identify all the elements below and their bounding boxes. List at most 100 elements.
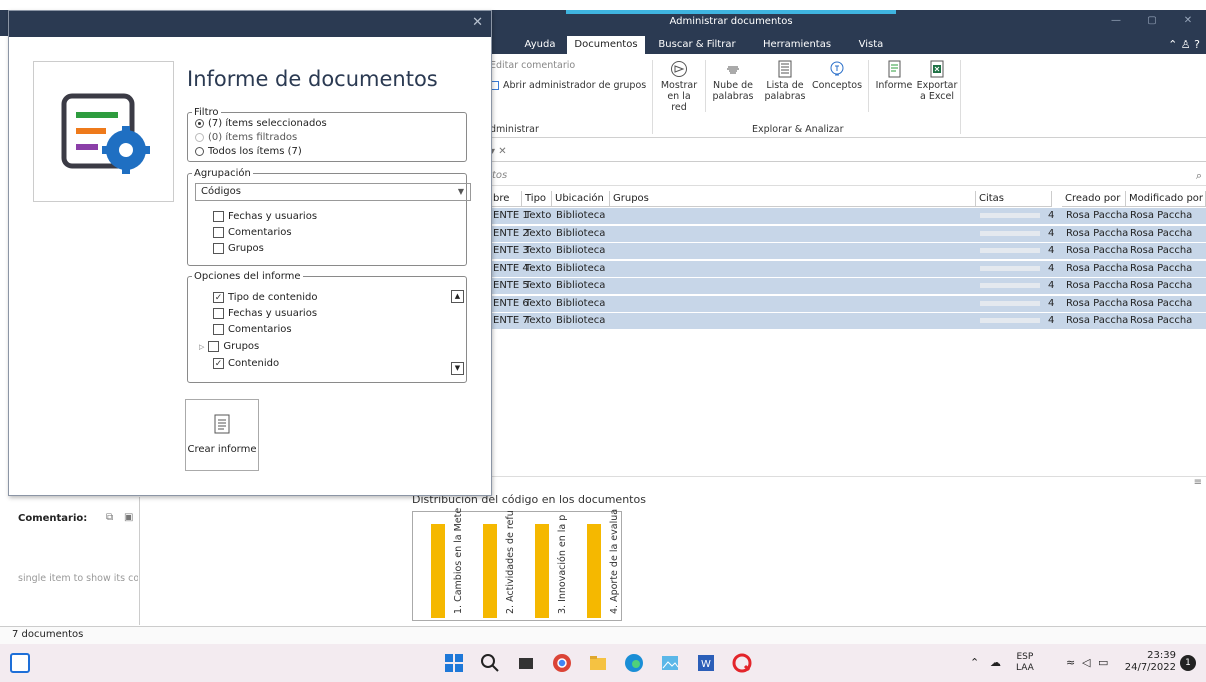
table-row[interactable]: ENTE 6 Texto Biblioteca 4 Rosa Paccha Rosa Pa…: [490, 295, 1206, 312]
check-group-groups[interactable]: Grupos: [213, 243, 264, 254]
report-button[interactable]: Informe: [874, 60, 914, 91]
scroll-down-button[interactable]: ▼: [451, 362, 464, 375]
ribbon: Editar comentario Abrir administrador de…: [490, 54, 1206, 138]
battery-icon[interactable]: ▭: [1098, 656, 1108, 669]
search-input[interactable]: tos: [492, 170, 507, 181]
table-row[interactable]: ENTE 7 Texto Biblioteca 4 Rosa Paccha Rosa Pa…: [490, 313, 1206, 329]
tab-vista[interactable]: Vista: [848, 36, 894, 54]
chrome-icon[interactable]: [552, 653, 572, 673]
cell-location: Biblioteca: [556, 227, 606, 239]
expand-arrow-icon[interactable]: ▷: [199, 343, 204, 351]
filter-legend: Filtro: [194, 107, 219, 118]
splitter[interactable]: ≡: [490, 476, 1206, 488]
table-row[interactable]: ENTE 1 Texto Biblioteca 4 Rosa Paccha Rosa Pa…: [490, 208, 1206, 224]
search-bar[interactable]: tos ⌕: [490, 166, 1206, 186]
tab-ayuda[interactable]: Ayuda: [512, 36, 568, 54]
widgets-icon[interactable]: [10, 653, 30, 673]
grouping-select[interactable]: Códigos ▼: [195, 183, 471, 201]
checkbox-checked-icon: ✓: [213, 292, 224, 303]
file-explorer-icon[interactable]: [588, 653, 608, 673]
search-taskbar-icon[interactable]: [480, 653, 500, 673]
radio-all-items[interactable]: Todos los ítems (7): [195, 146, 302, 157]
search-icon[interactable]: ⌕: [1196, 166, 1202, 186]
start-icon[interactable]: [444, 653, 464, 673]
chart-bar[interactable]: [535, 524, 549, 618]
notification-badge[interactable]: 1: [1180, 655, 1196, 671]
word-list-button[interactable]: Lista de palabras: [764, 60, 806, 102]
col-header-type[interactable]: Tipo: [522, 191, 552, 207]
tray-chevron-icon[interactable]: ⌃: [970, 656, 979, 669]
cell-citas: 4: [1048, 280, 1055, 291]
volume-icon[interactable]: ◁: [1082, 656, 1090, 669]
cloud-icon[interactable]: ☁: [990, 656, 1001, 669]
splitter-menu-icon[interactable]: ≡: [1194, 477, 1202, 488]
atlasti-icon[interactable]: [732, 653, 752, 673]
col-header-modified[interactable]: Modificado por: [1126, 191, 1206, 207]
table-row[interactable]: ENTE 4 Texto Biblioteca 4 Rosa Paccha Rosa Pa…: [490, 260, 1206, 277]
chart-bar-label: 2. Actividades de refu: [505, 510, 516, 614]
option-dates-users[interactable]: Fechas y usuarios: [213, 308, 317, 319]
option-comments[interactable]: Comentarios: [213, 324, 292, 335]
ribbon-separator: [652, 60, 653, 134]
help-icon[interactable]: ?: [1194, 38, 1200, 51]
scroll-up-button[interactable]: ▲: [451, 290, 464, 303]
clock[interactable]: 23:39 24/7/2022: [1124, 650, 1176, 674]
word-cloud-button[interactable]: Nube de palabras: [712, 60, 754, 102]
table-row[interactable]: ENTE 3 Texto Biblioteca 4 Rosa Paccha Rosa Pa…: [490, 243, 1206, 259]
chart-bar-value: 7: [539, 516, 545, 525]
radio-filtered-items[interactable]: (0) ítems filtrados: [195, 132, 297, 143]
col-header-name[interactable]: bre: [490, 191, 522, 207]
cell-name: ENTE 1: [493, 210, 529, 221]
word-cloud-label-2: palabras: [712, 91, 754, 102]
radio-selected-items[interactable]: (7) ítems seleccionados: [195, 118, 327, 129]
save-icon[interactable]: ▣: [124, 512, 133, 523]
option-content[interactable]: ✓ Contenido: [213, 358, 279, 369]
close-window-button[interactable]: ✕: [1170, 10, 1206, 32]
tab-buscar-filtrar[interactable]: Buscar & Filtrar: [650, 36, 744, 54]
collapse-ribbon-icon[interactable]: ⌃: [1168, 38, 1177, 51]
taskbar: W ⌃ ☁ ESP LAA ≈ ◁ ▭ 23:39 24/7/2022 1: [0, 644, 1206, 682]
radio-label: (7) ítems seleccionados: [208, 118, 327, 129]
tab-documentos[interactable]: Documentos: [567, 36, 645, 54]
popout-icon[interactable]: ⧉: [106, 512, 113, 523]
checkbox-icon: [213, 308, 224, 319]
col-header-created[interactable]: Creado por: [1062, 191, 1126, 207]
table-row[interactable]: ENTE 5 Texto Biblioteca 4 Rosa Paccha Rosa Pa…: [490, 278, 1206, 294]
table-row[interactable]: ENTE 2 Texto Biblioteca 4 Rosa Paccha Rosa Pa…: [490, 225, 1206, 242]
cell-citas: 4: [1048, 297, 1055, 309]
language-indicator[interactable]: ESP LAA: [1016, 652, 1034, 674]
wifi-icon[interactable]: ≈: [1066, 656, 1075, 669]
show-network-button[interactable]: Mostrar en la red: [660, 60, 698, 113]
options-scrollbar[interactable]: [451, 303, 464, 363]
chart-bar[interactable]: [483, 524, 497, 618]
concepts-label: Conceptos: [812, 80, 863, 91]
col-header-location[interactable]: Ubicación: [552, 191, 610, 207]
cell-modified: Rosa Paccha: [1130, 262, 1193, 274]
tab-herramientas[interactable]: Herramientas: [756, 36, 838, 54]
chart-bar[interactable]: [587, 524, 601, 618]
option-groups[interactable]: ▷ Grupos: [199, 341, 259, 352]
chart-bar[interactable]: [431, 524, 445, 618]
check-group-dates[interactable]: Fechas y usuarios: [213, 211, 317, 222]
export-excel-button[interactable]: Exportar a Excel: [916, 60, 958, 102]
dialog-close-button[interactable]: ✕: [472, 15, 483, 30]
photos-icon[interactable]: [660, 653, 680, 673]
word-icon[interactable]: W: [696, 653, 716, 673]
maximize-button[interactable]: ▢: [1134, 10, 1170, 32]
task-view-icon[interactable]: [516, 653, 536, 673]
document-tab-controls[interactable]: ▾ ✕: [490, 146, 507, 157]
create-report-button[interactable]: Crear informe: [185, 399, 259, 471]
col-header-groups[interactable]: Grupos: [610, 191, 976, 207]
col-header-citas[interactable]: Citas: [976, 191, 1052, 207]
excel-icon: [930, 60, 944, 78]
user-icon[interactable]: ♙: [1181, 38, 1191, 51]
edge-icon[interactable]: [624, 653, 644, 673]
show-network-label-1: Mostrar: [660, 80, 698, 91]
open-group-admin-button[interactable]: Abrir administrador de grupos: [490, 80, 646, 91]
minimize-button[interactable]: —: [1098, 10, 1134, 32]
concepts-button[interactable]: Conceptos: [812, 60, 862, 91]
edit-comment-button[interactable]: Editar comentario: [490, 60, 575, 71]
option-content-type[interactable]: ✓ Tipo de contenido: [213, 292, 318, 303]
check-group-comments[interactable]: Comentarios: [213, 227, 292, 238]
radio-label: Todos los ítems (7): [208, 146, 302, 157]
